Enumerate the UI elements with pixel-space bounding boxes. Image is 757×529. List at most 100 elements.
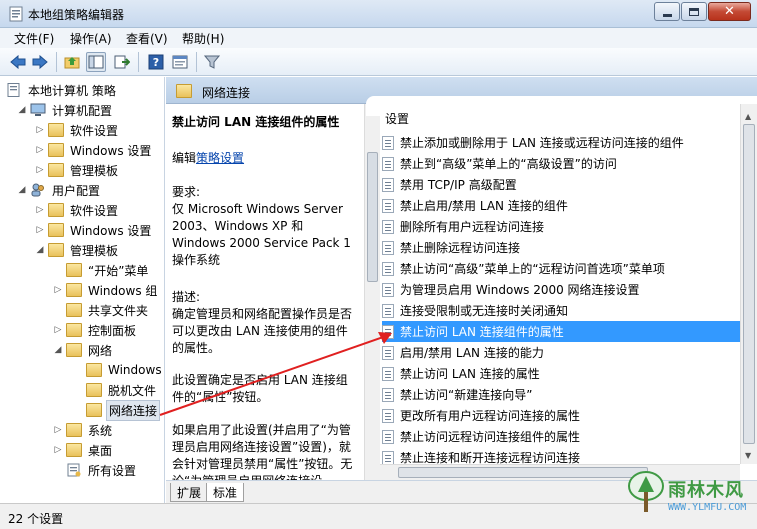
users-icon — [31, 183, 44, 197]
setting-row[interactable]: 禁止访问“高级”菜单上的“远程访问首选项”菜单项 — [382, 258, 740, 279]
tree-item-desktop[interactable]: ▷ 桌面 — [52, 440, 114, 460]
tree-item-label: 管理模板 — [70, 163, 119, 178]
menu-bar: 文件(F) 操作(A) 查看(V) 帮助(H) — [0, 28, 757, 48]
close-button[interactable]: ✕ — [708, 2, 751, 21]
tab-extended[interactable]: 扩展 — [170, 483, 209, 502]
all-settings-icon — [67, 463, 81, 477]
watermark: 雨林木风 WWW.YLMFU.COM — [624, 468, 752, 524]
setting-row[interactable]: 连接受限制或无连接时关闭通知 — [382, 300, 740, 321]
tree-item-label: 管理模板 — [70, 243, 119, 258]
back-button[interactable] — [8, 52, 28, 72]
setting-row[interactable]: 禁止访问远程访问连接组件的属性 — [382, 426, 740, 447]
expand-arrow-icon[interactable]: ▷ — [34, 125, 46, 135]
column-header-settings[interactable]: 设置 — [385, 110, 409, 127]
scrollbar-thumb[interactable] — [367, 152, 378, 282]
setting-row[interactable]: 禁止访问 LAN 连接组件的属性 — [382, 321, 740, 342]
setting-row[interactable]: 删除所有用户远程访问连接 — [382, 216, 740, 237]
setting-row[interactable]: 禁止添加或删除用于 LAN 连接或远程访问连接的组件 — [382, 132, 740, 153]
edit-policy-link[interactable]: 策略设置 — [196, 151, 244, 165]
folder-icon — [66, 303, 82, 317]
expand-arrow-icon[interactable]: ▷ — [52, 285, 64, 295]
tree-item-windows-settings[interactable]: ▷ Windows 设置 — [34, 220, 153, 240]
expand-arrow-icon[interactable]: ▷ — [52, 425, 64, 435]
filter-button[interactable] — [202, 52, 222, 72]
forward-icon — [32, 55, 48, 69]
minimize-button[interactable] — [654, 2, 680, 21]
scroll-down-icon[interactable]: ▼ — [745, 451, 751, 460]
setting-row-label: 禁止到“高级”菜单上的“高级设置”的访问 — [400, 157, 617, 171]
folder-icon — [48, 163, 64, 177]
policy-title: 禁止访问 LAN 连接组件的属性 — [172, 115, 340, 129]
collapse-arrow-icon[interactable]: ◢ — [34, 245, 46, 255]
collapse-arrow-icon[interactable]: ◢ — [16, 185, 28, 195]
tree-item-admin-templates[interactable]: ▷ 管理模板 — [34, 160, 120, 180]
tree-item-windows-components[interactable]: ▷ Windows 组 — [52, 280, 159, 300]
tree-item-windows-settings[interactable]: ▷ Windows 设置 — [34, 140, 153, 160]
tree-item-offline-files[interactable]: 脱机文件 — [72, 380, 158, 400]
list-header-bg — [366, 96, 757, 116]
setting-row[interactable]: 禁止启用/禁用 LAN 连接的组件 — [382, 195, 740, 216]
expand-arrow-icon[interactable]: ▷ — [34, 225, 46, 235]
export-list-button[interactable] — [112, 52, 132, 72]
scrollbar-thumb[interactable] — [398, 467, 648, 478]
expand-arrow-icon[interactable]: ▷ — [34, 145, 46, 155]
tree-item-software-settings[interactable]: ▷ 软件设置 — [34, 200, 120, 220]
tab-standard[interactable]: 标准 — [206, 483, 245, 502]
up-folder-button[interactable] — [62, 52, 82, 72]
scroll-up-icon[interactable]: ▲ — [745, 112, 751, 121]
properties-icon — [172, 55, 188, 69]
show-hide-tree-button[interactable] — [86, 52, 106, 72]
scrollbar-thumb[interactable] — [743, 124, 755, 444]
setting-row-label: 禁止删除远程访问连接 — [400, 241, 521, 255]
tree-item-label: 软件设置 — [70, 203, 119, 218]
tree-item-admin-templates[interactable]: ◢ 管理模板 — [34, 240, 120, 260]
menu-file[interactable]: 文件(F) — [14, 30, 54, 47]
tree-item-local-computer-policy[interactable]: 本地计算机 策略 — [4, 80, 118, 100]
description-scrollbar[interactable] — [364, 104, 380, 480]
expand-arrow-icon[interactable]: ▷ — [52, 445, 64, 455]
setting-row[interactable]: 启用/禁用 LAN 连接的能力 — [382, 342, 740, 363]
expand-arrow-icon[interactable]: ▷ — [34, 205, 46, 215]
edit-prefix: 编辑 — [172, 151, 197, 165]
expand-arrow-icon[interactable]: ▷ — [34, 165, 46, 175]
folder-icon — [48, 123, 64, 137]
expand-arrow-icon[interactable]: ▷ — [52, 325, 64, 335]
navigation-tree[interactable]: 本地计算机 策略 ◢ 计算机配置 ▷ 软件设置 ▷ Windows 设置 ▷ 管… — [0, 77, 165, 503]
menu-view[interactable]: 查看(V) — [126, 30, 168, 47]
list-scrollbar[interactable]: ▲ ▼ — [740, 104, 757, 464]
tree-item-computer-config[interactable]: ◢ 计算机配置 — [16, 100, 114, 120]
setting-row[interactable]: 禁止访问 LAN 连接的属性 — [382, 363, 740, 384]
setting-row[interactable]: 为管理员启用 Windows 2000 网络连接设置 — [382, 279, 740, 300]
tree-item-user-config[interactable]: ◢ 用户配置 — [16, 180, 102, 200]
setting-row-label: 禁用 TCP/IP 高级配置 — [400, 178, 517, 192]
setting-row[interactable]: 禁用 TCP/IP 高级配置 — [382, 174, 740, 195]
tree-item-shared-folders[interactable]: 共享文件夹 — [52, 300, 150, 320]
folder-icon — [86, 383, 102, 397]
tree-item-control-panel[interactable]: ▷ 控制面板 — [52, 320, 138, 340]
setting-row[interactable]: 禁止删除远程访问连接 — [382, 237, 740, 258]
tree-item-label: 桌面 — [88, 443, 113, 458]
help-button[interactable]: ? — [146, 52, 166, 72]
tree-item-system[interactable]: ▷ 系统 — [52, 420, 114, 440]
tree-item-all-settings[interactable]: 所有设置 — [52, 460, 138, 480]
setting-row[interactable]: 更改所有用户远程访问连接的属性 — [382, 405, 740, 426]
title-bar: 本地组策略编辑器 ✕ — [0, 0, 757, 28]
forward-button[interactable] — [30, 52, 50, 72]
maximize-button[interactable] — [681, 2, 707, 21]
tree-item-software-settings[interactable]: ▷ 软件设置 — [34, 120, 120, 140]
export-list-icon — [114, 55, 130, 69]
properties-button[interactable] — [170, 52, 190, 72]
collapse-arrow-icon[interactable]: ◢ — [52, 345, 64, 355]
tree-item-start-menu[interactable]: “开始”菜单 — [52, 260, 150, 280]
maximize-icon — [689, 7, 699, 16]
menu-action[interactable]: 操作(A) — [70, 30, 112, 47]
menu-help[interactable]: 帮助(H) — [182, 30, 224, 47]
collapse-arrow-icon[interactable]: ◢ — [16, 105, 28, 115]
description-label: 描述: — [172, 290, 201, 304]
minimize-icon — [662, 13, 672, 17]
tree-item-network-connections[interactable]: 网络连接 — [72, 399, 161, 421]
setting-row[interactable]: 禁止到“高级”菜单上的“高级设置”的访问 — [382, 153, 740, 174]
tree-item-network[interactable]: ◢ 网络 — [52, 340, 114, 360]
setting-row[interactable]: 禁止访问“新建连接向导” — [382, 384, 740, 405]
tree-item-windows-connect[interactable]: Windows — [72, 360, 164, 380]
